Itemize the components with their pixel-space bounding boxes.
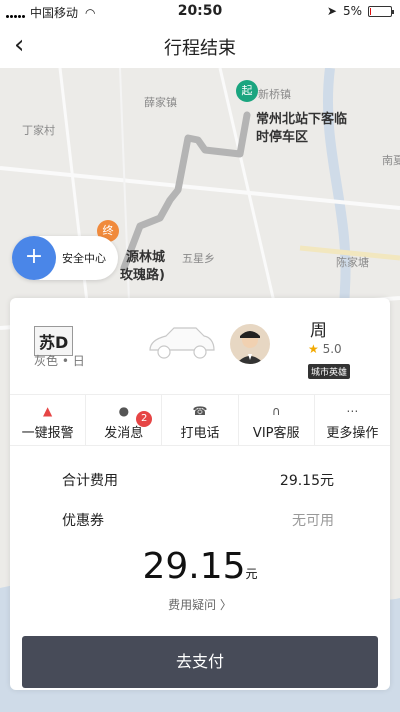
status-right: ➤ 5% [326,4,394,18]
location-arrow-icon: ➤ [326,4,337,18]
car-description: 灰色 • 日 [34,354,85,368]
total-fee-label: 合计费用 [62,473,118,489]
battery-percent: 5% [342,4,362,18]
start-pin-icon: 起 [236,80,258,102]
pay-button[interactable]: 去支付 [22,636,378,688]
total-amount: 29.15元 [10,546,390,587]
map-label-chenjia: 陈家塘 [336,256,369,269]
rating-value: 5.0 [322,342,342,356]
message-button[interactable]: ● 2 发消息 [86,395,163,445]
coupon-label: 优惠券 [62,513,104,529]
phone-label: 打电话 [180,426,220,441]
driver-avatar[interactable] [230,324,270,364]
total-fee-row: 合计费用 29.15元 [62,470,334,490]
map-label-station-line1: 常州北站下客临 [256,112,348,127]
phone-button[interactable]: ☎ 打电话 [162,395,239,445]
map-label-station-line2: 时停车区 [256,130,309,145]
total-amount-value: 29.15 [142,546,246,587]
message-label: 发消息 [104,426,144,441]
driver-rating: ★ 5.0 [308,342,342,356]
phone-icon: ☎ [192,404,208,418]
shield-icon: + [12,236,56,280]
map-label-dest-line1: 源林城 [126,250,166,265]
vip-service-label: VIP客服 [252,426,300,441]
car-icon [149,327,215,359]
coupon-value: 无可用 [292,513,334,529]
more-button[interactable]: ⋯ 更多操作 [315,395,390,445]
alarm-button[interactable]: ▲ 一键报警 [10,395,87,445]
trip-card: 苏D 灰色 • 日 周 ★ 5.0 城市英雄 ▲ 一键报警 ● 2 发消息 ☎ … [10,298,390,690]
action-bar: ▲ 一键报警 ● 2 发消息 ☎ 打电话 ∩ VIP客服 ⋯ 更多操作 [10,394,390,446]
driver-name: 周 [310,321,327,341]
driver-badge: 城市英雄 [308,364,351,379]
total-amount-unit: 元 [245,567,258,581]
map-label-xuejia: 薛家镇 [144,96,177,109]
headset-icon: ∩ [271,404,281,418]
safety-center-label: 安全中心 [62,252,106,265]
map-label-nanxia: 南夏 [382,154,400,167]
fee-question-link[interactable]: 费用疑问 〉 [10,596,390,613]
map-label-dingjia: 丁家村 [22,124,55,137]
page-title: 行程结束 [164,38,236,59]
more-icon: ⋯ [346,404,359,418]
safety-center-button[interactable]: + 安全中心 [12,236,118,280]
alarm-icon: ▲ [42,404,53,418]
map-label-dest-line2: 玫瑰路) [120,268,165,283]
more-label: 更多操作 [326,426,379,441]
star-icon: ★ [308,342,319,356]
map-label-xinqiao: 新桥镇 [258,88,291,101]
battery-icon [368,5,394,17]
total-fee-value: 29.15元 [279,473,334,489]
vip-service-button[interactable]: ∩ VIP客服 [239,395,315,445]
nav-bar: ‹ 行程结束 [0,24,400,68]
map-label-wuxing: 五星乡 [182,252,215,265]
status-bar: 中国移动 ◠ 20:50 ➤ 5% [0,0,400,24]
coupon-row[interactable]: 优惠券 无可用 [62,510,334,530]
alarm-label: 一键报警 [21,426,74,441]
